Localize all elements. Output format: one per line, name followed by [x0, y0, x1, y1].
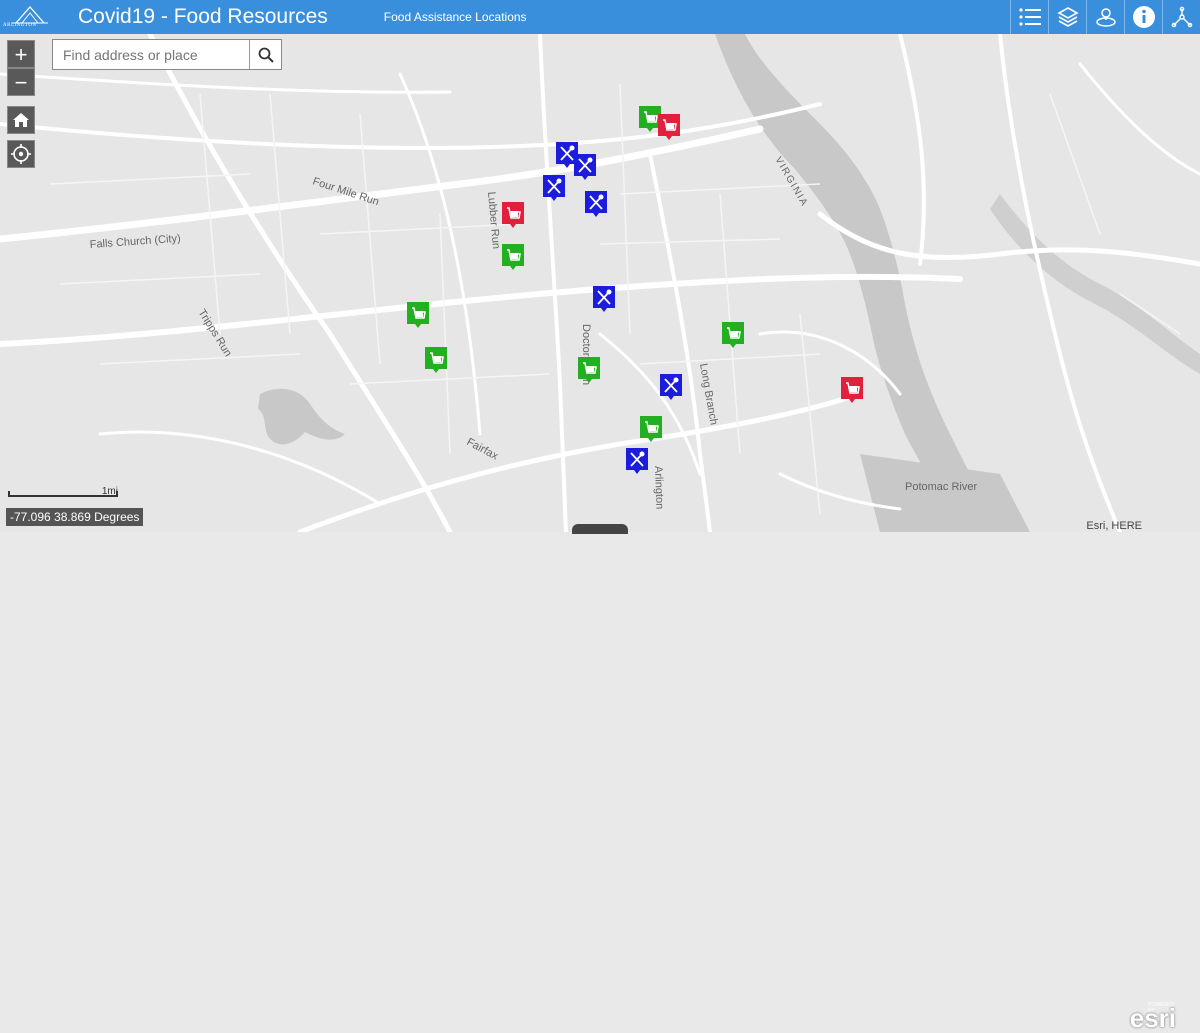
map-view[interactable]: Falls Church (City) Four Mile Run Tripps… [0, 34, 1200, 532]
locate-icon [11, 144, 31, 164]
arlington-logo: ARLINGTON [0, 0, 52, 34]
search-box [52, 39, 282, 70]
logo-text: ARLINGTON [3, 23, 37, 28]
search-input[interactable] [53, 40, 249, 69]
layers-button[interactable] [1048, 0, 1086, 34]
coordinate-readout: -77.096 38.869 Degrees [6, 508, 144, 526]
search-icon [258, 47, 274, 63]
scale-label: 1mi [101, 486, 118, 497]
page-title: Covid19 - Food Resources [78, 5, 328, 28]
map-attribution: Esri, HERE [1086, 520, 1142, 532]
info-icon [1132, 6, 1155, 28]
home-icon [13, 113, 29, 127]
zoom-out-button[interactable]: − [7, 68, 35, 96]
home-button[interactable] [7, 106, 35, 134]
map-label-arlington: Arlington [652, 466, 666, 510]
locate-button[interactable] [7, 140, 35, 168]
map-label-potomac-river: Potomac River [905, 481, 977, 493]
search-button[interactable] [249, 40, 281, 69]
attribute-table-toggle[interactable] [572, 524, 628, 534]
share-icon [1171, 6, 1192, 28]
legend-icon [1018, 8, 1041, 26]
esri-wordmark: esri [1129, 1003, 1176, 1033]
scale-bar: 1mi [8, 486, 118, 497]
page-subtitle: Food Assistance Locations [383, 10, 527, 24]
info-button[interactable] [1124, 0, 1162, 34]
layers-icon [1056, 7, 1079, 27]
legend-button[interactable] [1010, 0, 1048, 34]
header-toolbar [1010, 0, 1200, 34]
app-header: ARLINGTON Covid19 - Food Resources Food … [0, 0, 1200, 34]
basemap-button[interactable] [1086, 0, 1124, 34]
zoom-in-button[interactable]: + [7, 40, 35, 68]
share-button[interactable] [1162, 0, 1200, 34]
basemap-icon [1095, 8, 1116, 27]
